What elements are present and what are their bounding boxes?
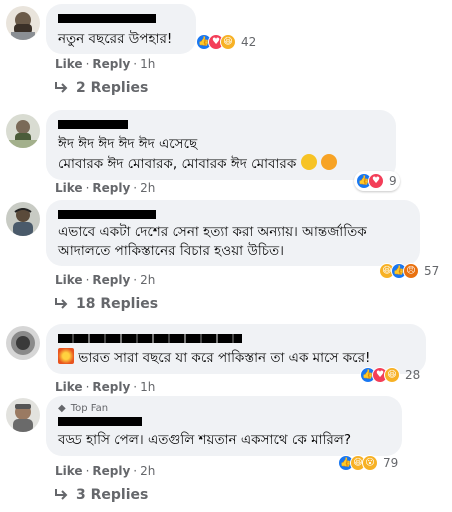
author-name[interactable] [58,417,142,426]
collision-icon [58,348,74,364]
top-fan-label: Top Fan [70,403,109,414]
comment-actions: Like · Reply · 2h [55,181,156,195]
avatar[interactable] [6,202,40,236]
comment-bubble: ঈদ ঈদ ঈদ ঈদ ঈদ এসেছে মোবারক ঈদ মোবারক, ম… [46,110,396,180]
view-replies-link[interactable]: 18 Replies [54,296,158,312]
view-replies-link[interactable]: 2 Replies [54,80,148,96]
avatar[interactable] [6,326,40,360]
timestamp[interactable]: 2h [140,181,155,195]
smiley-icon [300,154,317,170]
reaction-summary[interactable]: 😆 👍 😠 57 [377,261,442,281]
reply-arrow-icon [55,489,68,500]
comment-text-content: ভারত সারা বছরে যা করে পাকিস্তান তা এক মা… [78,350,371,366]
reply-arrow-icon [55,298,68,309]
comment-text-line-2: আদালতে পাকিস্তানের বিচার হওয়া উচিত। [58,243,284,259]
reaction-count: 57 [424,264,440,278]
top-fan-badge: ◆ Top Fan [58,403,390,414]
comment-text-line-1: এভাবে একটা দেশের সেনা হত্যা করা অন্যায়।… [58,224,367,240]
haha-reaction-icon: 😆 [220,34,236,50]
reaction-count: 42 [241,35,257,49]
comment-text-line-2: মোবারক ঈদ মোবারক, মোবারক ঈদ মোবারক [58,154,384,174]
like-link[interactable]: Like [55,57,83,71]
avatar[interactable] [6,398,40,432]
reply-link[interactable]: Reply [92,380,130,394]
angry-reaction-icon: 😠 [403,263,419,279]
comment-actions: Like · Reply · 2h [55,273,156,287]
reply-link[interactable]: Reply [92,273,130,287]
reaction-summary[interactable]: 👍 ♥ 😆 28 [358,365,423,385]
comment-bubble: নতুন বছরের উপহার! [46,4,196,54]
comment-bubble: ◆ Top Fan বড্ড হাসি পেল। এতগুলি শয়তান এ… [46,396,402,456]
timestamp[interactable]: 1h [140,57,155,71]
comment-text-line-1: ঈদ ঈদ ঈদ ঈদ ঈদ এসেছে [58,136,198,152]
comment-actions: Like · Reply · 1h [55,380,156,394]
view-replies-link[interactable]: 3 Replies [54,487,148,503]
timestamp[interactable]: 2h [140,273,155,287]
comment-text: নতুন বছরের উপহার! [58,31,173,47]
replies-label: 18 Replies [76,296,159,312]
like-link[interactable]: Like [55,380,83,394]
replies-label: 3 Replies [76,487,149,503]
like-link[interactable]: Like [55,181,83,195]
reply-link[interactable]: Reply [92,181,130,195]
reaction-summary[interactable]: 👍 ♥ 😆 42 [194,32,259,52]
reply-link[interactable]: Reply [92,464,130,478]
like-link[interactable]: Like [55,464,83,478]
grin-icon [320,154,337,170]
comment-actions: Like · Reply · 2h [55,464,156,478]
reply-link[interactable]: Reply [92,57,130,71]
author-name[interactable] [58,14,156,23]
comment-text: বড্ড হাসি পেল। এতগুলি শয়তান একসাথে কে ম… [58,432,352,448]
like-link[interactable]: Like [55,273,83,287]
author-name[interactable] [58,334,242,343]
timestamp[interactable]: 2h [140,464,155,478]
comment-text-line-2-text: মোবারক ঈদ মোবারক, মোবারক ঈদ মোবারক [58,156,297,172]
reaction-summary[interactable]: 👍 😆 😮 79 [336,453,401,473]
avatar[interactable] [6,114,40,148]
reaction-count: 79 [383,456,399,470]
comment-actions: Like · Reply · 1h [55,57,156,71]
timestamp[interactable]: 1h [140,380,155,394]
reaction-summary[interactable]: 👍 ♥ 9 [354,171,400,191]
comment-text: ভারত সারা বছরে যা করে পাকিস্তান তা এক মা… [58,348,414,368]
diamond-icon: ◆ [58,403,66,414]
wow-reaction-icon: 😮 [362,455,378,471]
haha-reaction-icon: 😆 [384,367,400,383]
reaction-count: 28 [405,368,421,382]
author-name[interactable] [58,210,156,219]
avatar[interactable] [6,6,40,40]
author-name[interactable] [58,120,128,129]
reply-arrow-icon [55,82,68,93]
comment-bubble: এভাবে একটা দেশের সেনা হত্যা করা অন্যায়।… [46,200,420,266]
replies-label: 2 Replies [76,80,149,96]
love-reaction-icon: ♥ [368,173,384,189]
reaction-count: 9 [389,174,397,188]
